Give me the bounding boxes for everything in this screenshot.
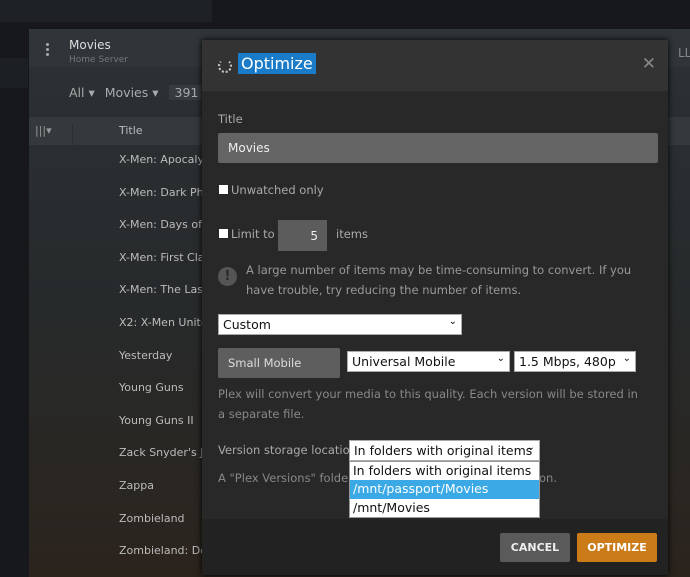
columns-icon[interactable]: |||▾ — [35, 124, 73, 145]
more-options-icon[interactable] — [46, 43, 50, 58]
dialog-footer: CANCEL OPTIMIZE — [202, 519, 668, 575]
preset-value: Custom — [223, 317, 271, 332]
preset-select[interactable]: Custom ⌄ — [218, 314, 462, 335]
items-label: items — [336, 227, 368, 241]
storage-note-end: on. — [539, 471, 557, 485]
unwatched-checkbox[interactable] — [219, 185, 228, 194]
warning-icon: ! — [218, 267, 237, 286]
chevron-down-icon: ⌄ — [526, 442, 535, 453]
left-sidebar-item — [0, 58, 28, 88]
list-item[interactable]: Zombieland — [119, 512, 212, 545]
limit-label: Limit to — [231, 227, 275, 241]
filter-all[interactable]: All ▾ — [69, 85, 95, 100]
list-item[interactable]: Zack Snyder's Ju — [119, 446, 212, 479]
server-name: Home Server — [69, 55, 128, 65]
partial-label: LLE — [678, 46, 690, 60]
filter-bar: All ▾ Movies ▾ 391 — [69, 85, 205, 100]
list-item[interactable]: Zappa — [119, 479, 212, 512]
chevron-down-icon: ⌄ — [448, 316, 457, 327]
small-mobile-button[interactable]: Small Mobile — [218, 348, 340, 378]
chevron-down-icon: ⌄ — [496, 353, 505, 364]
filter-type[interactable]: Movies ▾ — [105, 85, 159, 100]
list-item[interactable]: X-Men: The Last — [119, 283, 212, 316]
title-label: Title — [218, 112, 243, 126]
list-item[interactable]: X2: X-Men Unite — [119, 316, 212, 349]
storage-option[interactable]: /mnt/Movies — [350, 499, 539, 517]
storage-label: Version storage location — [218, 443, 357, 457]
list-item[interactable]: Young Guns II — [119, 414, 212, 447]
list-item[interactable]: Zombieland: Do — [119, 544, 212, 577]
profile-select[interactable]: Universal Mobile ⌄ — [347, 351, 510, 372]
quality-description: Plex will convert your media to this qua… — [218, 387, 638, 421]
list-item[interactable]: X-Men: Apocalyp — [119, 153, 212, 186]
warning-text: A large number of items may be time-cons… — [246, 263, 632, 297]
unwatched-label: Unwatched only — [231, 183, 324, 197]
optimize-dialog: Optimize ✕ Title Movies Unwatched only L… — [202, 40, 668, 575]
list-item[interactable]: Young Guns — [119, 381, 212, 414]
storage-option[interactable]: In folders with original items — [350, 462, 539, 480]
dialog-header: Optimize ✕ — [202, 40, 668, 92]
list-item[interactable]: X-Men: Dark Pho — [119, 186, 212, 219]
storage-value: In folders with original items — [354, 443, 533, 458]
cancel-button[interactable]: CANCEL — [500, 533, 570, 562]
library-title: Movies — [69, 38, 111, 52]
filter-all-label: All — [69, 85, 85, 100]
dialog-title: Optimize — [238, 53, 316, 74]
bitrate-value: 1.5 Mbps, 480p — [519, 354, 616, 369]
list-item[interactable]: X-Men: First Clas — [119, 251, 212, 284]
chevron-down-icon: ⌄ — [622, 353, 631, 364]
item-count: 391 — [168, 85, 205, 100]
title-input[interactable]: Movies — [218, 133, 658, 163]
storage-note-start: A "Plex Versions" folder w — [218, 471, 366, 485]
list-item[interactable]: X-Men: Days of F — [119, 218, 212, 251]
limit-input[interactable]: 5 — [278, 220, 327, 251]
limit-checkbox[interactable] — [219, 229, 228, 238]
storage-select[interactable]: In folders with original items ⌄ — [349, 440, 540, 461]
optimize-icon — [218, 59, 232, 73]
storage-option-highlighted[interactable]: /mnt/passport/Movies — [350, 480, 539, 499]
profile-value: Universal Mobile — [352, 354, 456, 369]
column-title[interactable]: Title — [119, 124, 143, 137]
storage-dropdown-list: In folders with original items /mnt/pass… — [349, 461, 540, 518]
top-bar — [0, 0, 212, 22]
movie-list: X-Men: Apocalyp X-Men: Dark Pho X-Men: D… — [119, 153, 212, 577]
list-item[interactable]: Yesterday — [119, 349, 212, 382]
bitrate-select[interactable]: 1.5 Mbps, 480p ⌄ — [514, 351, 636, 372]
close-icon[interactable]: ✕ — [642, 54, 656, 74]
filter-type-label: Movies — [104, 85, 149, 100]
optimize-button[interactable]: OPTIMIZE — [577, 533, 657, 562]
